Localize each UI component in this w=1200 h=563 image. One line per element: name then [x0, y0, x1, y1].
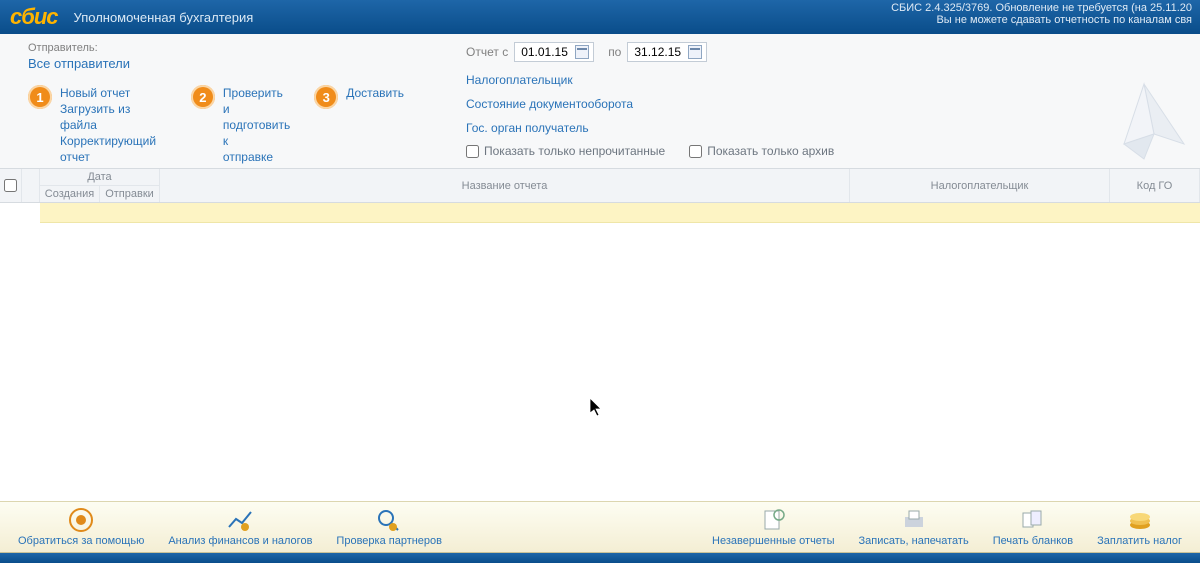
taxpayer-filter-link[interactable]: Налогоплательщик — [466, 72, 1186, 88]
calendar-icon[interactable] — [688, 45, 702, 59]
footer-toolbar: Обратиться за помощью Анализ финансов и … — [0, 501, 1200, 553]
date-created-header[interactable]: Создания — [40, 185, 100, 202]
date-from-input[interactable] — [519, 44, 573, 60]
date-column-header: Дата Создания Отправки — [40, 169, 160, 202]
pay-tax-button[interactable]: Заплатить налог — [1097, 507, 1182, 547]
header-status: СБИС 2.4.325/3769. Обновление не требует… — [891, 2, 1192, 26]
step-1-badge: 1 — [28, 85, 52, 109]
unread-text: Показать только непрочитанные — [484, 144, 665, 158]
docflow-filter-link[interactable]: Состояние документооборота — [466, 96, 1186, 112]
step-3-badge: 3 — [314, 85, 338, 109]
sender-dropdown[interactable]: Все отправители — [28, 56, 268, 71]
help-label: Обратиться за помощью — [18, 535, 144, 547]
magnifier-icon — [375, 507, 403, 533]
blanks-label: Печать бланков — [993, 535, 1073, 547]
unread-checkbox-label[interactable]: Показать только непрочитанные — [466, 144, 665, 158]
logo: сбис — [10, 4, 58, 30]
pay-tax-label: Заплатить налог — [1097, 535, 1182, 547]
coins-icon — [1126, 507, 1154, 533]
calendar-icon[interactable] — [575, 45, 589, 59]
date-from-label: Отчет с — [466, 45, 508, 59]
pending-label: Незавершенные отчеты — [712, 535, 834, 547]
step-2-badge: 2 — [191, 85, 215, 109]
code-header[interactable]: Код ГО — [1110, 169, 1200, 202]
sender-block: Отправитель: Все отправители — [28, 42, 268, 71]
date-from-box[interactable] — [514, 42, 594, 62]
app-header: сбис Уполномоченная бухгалтерия СБИС 2.4… — [0, 0, 1200, 34]
pending-reports-button[interactable]: Незавершенные отчеты — [712, 507, 834, 547]
check-prepare-l2: подготовить к — [223, 118, 290, 148]
table-body — [0, 223, 1200, 503]
save-print-button[interactable]: Записать, напечатать — [859, 507, 969, 547]
bottom-bar — [0, 553, 1200, 563]
date-to-input[interactable] — [632, 44, 686, 60]
filter-links: Налогоплательщик Состояние документообор… — [466, 72, 1186, 136]
select-all-checkbox[interactable] — [4, 179, 17, 192]
correcting-report-link[interactable]: Корректирующий отчет — [60, 133, 167, 165]
date-to-label: по — [608, 45, 621, 59]
check-prepare-link[interactable]: Проверить и подготовить к отправке — [223, 85, 290, 165]
spacer-col — [22, 169, 40, 202]
printer-icon — [900, 507, 928, 533]
date-header-label: Дата — [87, 169, 111, 185]
archive-text: Показать только архив — [707, 144, 834, 158]
version-text: СБИС 2.4.325/3769. Обновление не требует… — [891, 2, 1192, 14]
chart-icon — [226, 507, 254, 533]
step-1: 1 Новый отчет Загрузить из файла Коррект… — [28, 85, 167, 165]
steps-row: 1 Новый отчет Загрузить из файла Коррект… — [28, 85, 428, 165]
app-title: Уполномоченная бухгалтерия — [74, 10, 254, 25]
taxpayer-header[interactable]: Налогоплательщик — [850, 169, 1110, 202]
filters-block: Отчет с по Налогоплательщик Состояние до… — [466, 42, 1186, 162]
gov-recipient-filter-link[interactable]: Гос. орган получатель — [466, 120, 1186, 136]
highlighted-row[interactable] — [40, 203, 1200, 223]
step-2: 2 Проверить и подготовить к отправке — [191, 85, 290, 165]
step-3: 3 Доставить — [314, 85, 404, 165]
check-prepare-l3: отправке — [223, 150, 273, 164]
left-block: Отправитель: Все отправители 1 Новый отч… — [28, 42, 428, 162]
forms-icon — [1019, 507, 1047, 533]
step-3-links: Доставить — [346, 85, 404, 101]
check-prepare-l1: Проверить и — [223, 86, 283, 116]
documents-icon — [759, 507, 787, 533]
report-name-header[interactable]: Название отчета — [160, 169, 850, 202]
unread-checkbox[interactable] — [466, 145, 479, 158]
help-icon — [67, 507, 95, 533]
checkbox-row: Показать только непрочитанные Показать т… — [466, 144, 1186, 158]
partner-check-button[interactable]: Проверка партнеров — [336, 507, 442, 547]
deliver-link[interactable]: Доставить — [346, 85, 404, 101]
date-sent-header[interactable]: Отправки — [100, 185, 159, 202]
help-button[interactable]: Обратиться за помощью — [18, 507, 144, 547]
print-blanks-button[interactable]: Печать бланков — [993, 507, 1073, 547]
save-print-label: Записать, напечатать — [859, 535, 969, 547]
origami-decoration-icon — [1094, 74, 1194, 164]
finance-label: Анализ финансов и налогов — [168, 535, 312, 547]
step-1-links: Новый отчет Загрузить из файла Корректир… — [60, 85, 167, 165]
table-header: Дата Создания Отправки Название отчета Н… — [0, 169, 1200, 203]
step-2-links: Проверить и подготовить к отправке — [223, 85, 290, 165]
load-from-file-link[interactable]: Загрузить из файла — [60, 101, 167, 133]
archive-checkbox[interactable] — [689, 145, 702, 158]
archive-checkbox-label[interactable]: Показать только архив — [689, 144, 834, 158]
date-range-row: Отчет с по — [466, 42, 1186, 62]
toolbar: Отправитель: Все отправители 1 Новый отч… — [0, 34, 1200, 169]
warning-text: Вы не можете сдавать отчетность по канал… — [891, 14, 1192, 26]
sender-label: Отправитель: — [28, 42, 268, 54]
cursor-icon — [590, 398, 604, 418]
partners-label: Проверка партнеров — [336, 535, 442, 547]
new-report-link[interactable]: Новый отчет — [60, 85, 167, 101]
finance-analysis-button[interactable]: Анализ финансов и налогов — [168, 507, 312, 547]
select-all-checkbox-cell[interactable] — [0, 169, 22, 202]
date-to-box[interactable] — [627, 42, 707, 62]
